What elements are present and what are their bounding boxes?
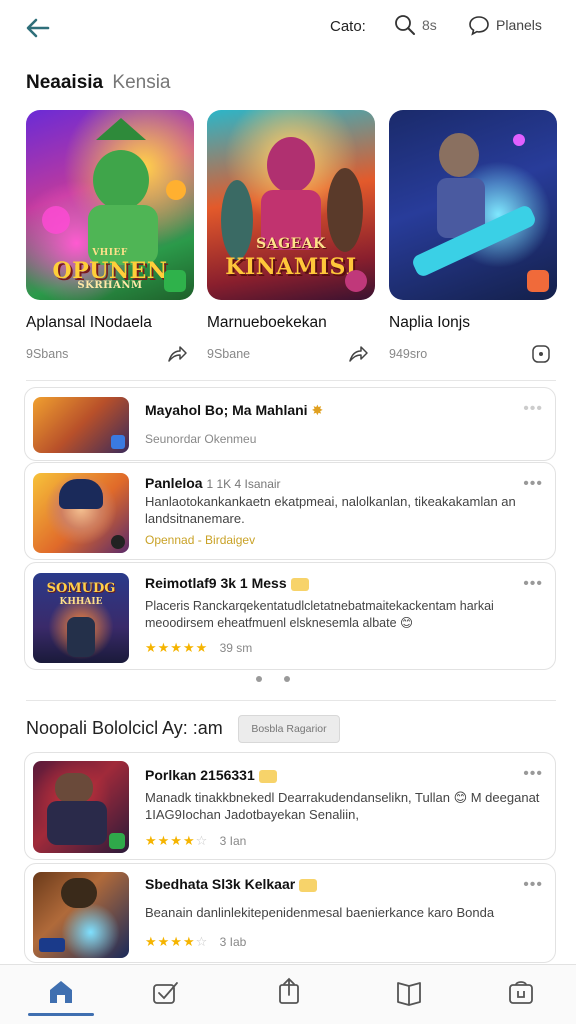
platform-badge-icon bbox=[527, 270, 549, 292]
game-title: Marnueboekekan bbox=[207, 314, 327, 331]
platform-badge-icon bbox=[39, 938, 65, 952]
bag-icon[interactable] bbox=[504, 975, 538, 1009]
game-title: Panleloa 1 1K 4 Isanair bbox=[145, 475, 281, 491]
list-item[interactable]: Porlkan 2156331 Manadk tinakkbnekedl Dea… bbox=[24, 752, 556, 860]
search-button[interactable]: 8s bbox=[394, 14, 437, 36]
game-title: Aplansal INodaela bbox=[26, 314, 152, 331]
list-item[interactable]: Sbedhata Sl3k Kelkaar Beanain danlinleki… bbox=[24, 863, 556, 963]
game-description: Manadk tinakkbnekedl Dearrakudendanselik… bbox=[145, 790, 540, 822]
rating-count: 39 sm bbox=[219, 641, 253, 655]
list-item[interactable]: SOMUDG KHHAIE Reimotlaf9 3k 1 Mess Place… bbox=[24, 562, 556, 670]
bottom-nav bbox=[0, 964, 576, 1024]
back-arrow-icon[interactable] bbox=[22, 12, 54, 44]
badge-icon bbox=[299, 878, 318, 892]
game-description: Beanain danlinlekitepenidenmesal baenier… bbox=[145, 905, 495, 920]
check-icon[interactable] bbox=[148, 975, 182, 1009]
chat-bubble-icon bbox=[469, 16, 489, 36]
platform-badge-icon bbox=[109, 833, 125, 849]
rating-stars: ★★★★☆ bbox=[145, 934, 209, 949]
game-thumbnail: SOMUDG KHHAIE bbox=[33, 573, 129, 663]
section-2-chip[interactable]: Bosbla Ragarior bbox=[238, 715, 340, 743]
game-thumbnail bbox=[33, 397, 129, 453]
home-icon[interactable] bbox=[44, 975, 78, 1009]
search-label: 8s bbox=[422, 17, 437, 33]
rating-row: ★★★★☆ 3 Iab bbox=[145, 934, 246, 950]
section-title-main: Neaaisia bbox=[26, 72, 104, 93]
game-meta: 949sro bbox=[389, 347, 428, 361]
game-title: Mayahol Bo; Ma Mahlani ✸ bbox=[145, 402, 324, 418]
rating-row: ★★★★★ 39 sm bbox=[145, 640, 252, 656]
divider bbox=[26, 700, 556, 701]
cover-text-top: VHIEF bbox=[92, 248, 128, 258]
chat-bubble-icon[interactable] bbox=[531, 344, 551, 364]
more-options-icon[interactable]: ••• bbox=[523, 575, 543, 593]
game-title: Sbedhata Sl3k Kelkaar bbox=[145, 876, 318, 892]
panels-button[interactable]: Planels bbox=[468, 14, 542, 36]
game-title: Naplia Ionjs bbox=[389, 314, 470, 331]
more-options-icon[interactable]: ••• bbox=[523, 400, 543, 418]
thumb-text: SOMUDG bbox=[46, 581, 116, 596]
cover-text-top: SAGEAK bbox=[256, 236, 326, 252]
badge-icon bbox=[258, 769, 277, 783]
rating-count: 3 Iab bbox=[219, 935, 247, 949]
more-options-icon[interactable]: ••• bbox=[523, 765, 543, 783]
game-cover-art: SAGEAK KINAMISI bbox=[207, 110, 375, 300]
share-arrow-icon[interactable] bbox=[166, 344, 188, 364]
section-title: Neaaisia Kensia bbox=[26, 72, 171, 94]
rating-row: ★★★★☆ 3 Ian bbox=[145, 833, 246, 849]
rating-stars: ★★★★★ bbox=[145, 640, 209, 655]
platform-badge-icon bbox=[345, 270, 367, 292]
platform-badge-icon bbox=[111, 435, 125, 449]
list-item[interactable]: Panleloa 1 1K 4 Isanair Hanlaotokankanka… bbox=[24, 462, 556, 560]
platform-badge-icon bbox=[111, 535, 125, 549]
game-cover-art bbox=[389, 110, 557, 300]
rating-stars: ★★★★☆ bbox=[145, 833, 209, 848]
categories-link[interactable]: Cato: bbox=[330, 18, 366, 35]
game-description: Placeris Ranckarqekentatudlcletatnebatma… bbox=[145, 599, 494, 630]
game-thumbnail bbox=[33, 473, 129, 553]
share-icon[interactable] bbox=[272, 975, 306, 1009]
game-meta: Opennad - Birdaigev bbox=[145, 533, 256, 547]
panels-label: Planels bbox=[496, 17, 542, 33]
share-arrow-icon[interactable] bbox=[347, 344, 369, 364]
more-options-icon[interactable]: ••• bbox=[523, 475, 543, 493]
game-cover-art: VHIEF OPUNEN SKRHANM bbox=[26, 110, 194, 300]
search-icon bbox=[395, 15, 415, 35]
game-title: Reimotlaf9 3k 1 Mess bbox=[145, 575, 309, 591]
top-bar: Cato: 8s Planels bbox=[0, 0, 576, 56]
pagination-dots[interactable] bbox=[256, 676, 290, 682]
badge-icon bbox=[290, 577, 309, 591]
featured-card-3[interactable]: Naplia Ionjs 949sro bbox=[389, 110, 557, 364]
game-meta: 9Sbans bbox=[26, 347, 69, 361]
featured-card-1[interactable]: VHIEF OPUNEN SKRHANM Aplansal INodaela 9… bbox=[26, 110, 194, 364]
game-thumbnail bbox=[33, 872, 129, 958]
featured-card-2[interactable]: SAGEAK KINAMISI Marnueboekekan 9Sbane bbox=[207, 110, 375, 364]
list-item[interactable]: Mayahol Bo; Ma Mahlani ✸ Seunordar Okenm… bbox=[24, 387, 556, 461]
thumb-text-sub: KHHAIE bbox=[59, 597, 103, 607]
divider bbox=[26, 380, 556, 381]
game-description: Hanlaotokankankaetn ekatpmeai, nalolkanl… bbox=[145, 494, 516, 526]
game-title: Porlkan 2156331 bbox=[145, 767, 277, 783]
active-tab-indicator bbox=[28, 1013, 94, 1016]
section-title-sub: Kensia bbox=[112, 72, 171, 93]
section-2-title: Noopali Bololcicl Ay: :am bbox=[26, 718, 223, 738]
more-options-icon[interactable]: ••• bbox=[523, 876, 543, 894]
rating-count: 3 Ian bbox=[219, 834, 247, 848]
game-meta: 9Sbane bbox=[207, 347, 251, 361]
game-meta: Seunordar Okenmeu bbox=[145, 432, 257, 446]
game-thumbnail bbox=[33, 761, 129, 853]
platform-badge-icon bbox=[164, 270, 186, 292]
book-icon[interactable] bbox=[392, 975, 426, 1009]
